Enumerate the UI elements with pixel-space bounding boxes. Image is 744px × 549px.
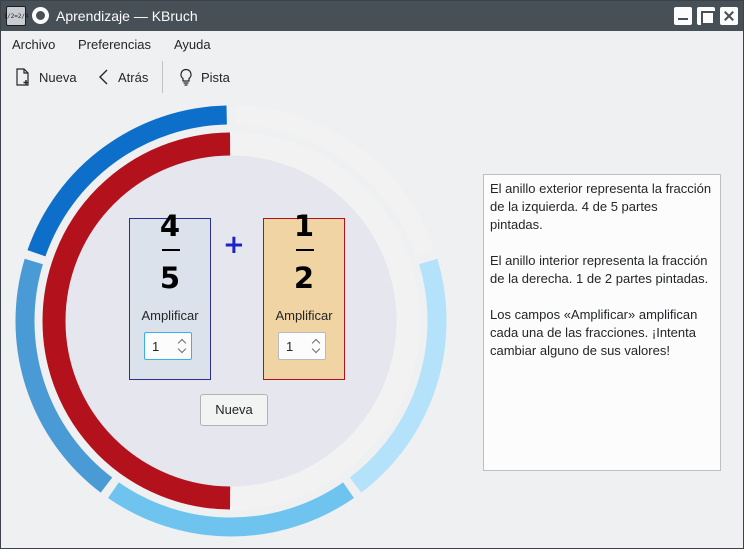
app-window: 1/2=2/4 Aprendizaje — KBruch Archivo Pre… — [0, 0, 744, 549]
back-label: Atrás — [118, 69, 149, 85]
right-spin-up-icon[interactable] — [311, 338, 321, 344]
left-expand-label: Amplificar — [141, 308, 199, 323]
right-expand-label: Amplificar — [275, 308, 333, 323]
hint-button[interactable]: Pista — [179, 59, 230, 95]
right-expand-value: 1 — [286, 339, 294, 354]
left-numerator: 4 — [159, 209, 181, 243]
toolbar-separator — [162, 61, 163, 93]
new-exercise-button[interactable]: Nueva — [200, 394, 268, 426]
left-spin-up-icon[interactable] — [177, 338, 187, 344]
new-task-button[interactable]: Nueva — [15, 59, 77, 95]
left-fraction-box: 4 5 Amplificar 1 — [129, 209, 211, 380]
right-fraction-box: 1 2 Amplificar 1 — [263, 209, 345, 380]
left-spin-down-icon[interactable] — [177, 348, 187, 354]
back-button[interactable]: Atrás — [98, 59, 148, 95]
close-button[interactable] — [720, 7, 738, 25]
left-fraction-bar — [162, 249, 180, 251]
right-numerator: 1 — [293, 209, 315, 243]
hint-label: Pista — [201, 69, 230, 85]
left-expand-spinbox[interactable]: 1 — [144, 332, 192, 360]
new-task-label: Nueva — [39, 69, 77, 85]
fraction-rings — [15, 105, 447, 537]
toolbar: Nueva Atrás Pista — [1, 59, 743, 95]
operator-sign: + — [223, 230, 245, 260]
info-panel: El anillo exterior representa la fracció… — [483, 174, 721, 471]
minimize-button[interactable] — [674, 7, 692, 25]
back-arrow-icon — [99, 69, 108, 85]
keep-above-icon[interactable] — [32, 7, 49, 24]
lightbulb-icon — [180, 68, 192, 86]
info-paragraph-expand: Los campos «Amplificar» amplifican cada … — [490, 307, 698, 358]
menu-ayuda[interactable]: Ayuda — [174, 37, 211, 52]
left-expand-value: 1 — [152, 339, 160, 354]
right-fraction-bar — [296, 249, 314, 251]
exercise-area: 4 5 Amplificar 1 + 1 2 Amplificar 1 Nuev… — [1, 97, 743, 548]
title-bar: 1/2=2/4 Aprendizaje — KBruch — [1, 1, 743, 31]
right-expand-spinbox[interactable]: 1 — [278, 332, 326, 360]
kbruch-app-icon[interactable]: 1/2=2/4 — [3, 6, 29, 26]
menu-preferencias[interactable]: Preferencias — [78, 37, 151, 52]
menu-bar: Archivo Preferencias Ayuda — [1, 31, 743, 57]
window-title: Aprendizaje — KBruch — [56, 8, 198, 24]
right-spin-down-icon[interactable] — [311, 348, 321, 354]
maximize-button[interactable] — [697, 7, 715, 25]
info-paragraph-outer-ring: El anillo exterior representa la fracció… — [490, 181, 712, 232]
right-denominator: 2 — [293, 261, 315, 295]
new-document-icon — [16, 68, 29, 86]
left-denominator: 5 — [159, 261, 181, 295]
info-paragraph-inner-ring: El anillo interior representa la fracció… — [490, 253, 709, 286]
menu-archivo[interactable]: Archivo — [12, 37, 55, 52]
